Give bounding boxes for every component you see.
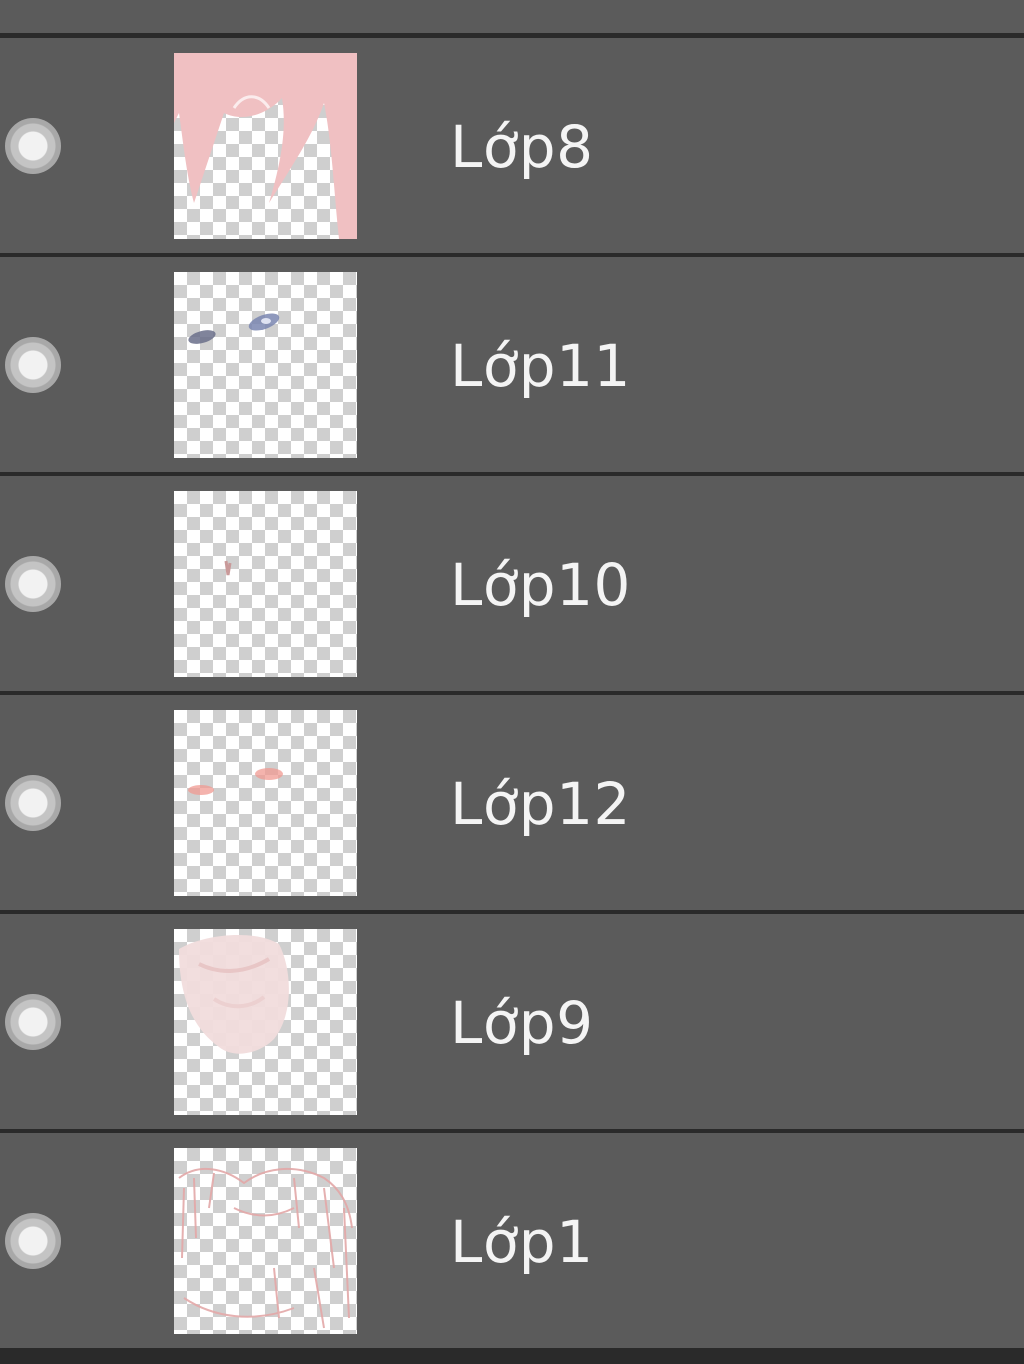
layers-panel: Lớp8 Lớp11 Lớp10 Lớp12 Lớp9 Lớp1 (0, 0, 1024, 1364)
visibility-dot-icon[interactable] (5, 337, 61, 393)
visibility-dot-icon[interactable] (5, 1213, 61, 1269)
layer-thumbnail[interactable] (174, 53, 357, 239)
visibility-dot-icon[interactable] (5, 775, 61, 831)
visibility-dot-icon[interactable] (5, 118, 61, 174)
layer-name[interactable]: Lớp8 (450, 116, 594, 178)
eyes-art (188, 313, 280, 344)
layer-name[interactable]: Lớp1 (450, 1211, 594, 1273)
layer-row[interactable]: Lớp12 (0, 695, 1024, 914)
blush-art (188, 768, 283, 795)
visibility-dot-icon[interactable] (5, 994, 61, 1050)
layer-row[interactable]: Lớp10 (0, 476, 1024, 695)
layer-thumbnail[interactable] (174, 491, 357, 677)
panel-bottom-strip (0, 1352, 1024, 1364)
layer-name[interactable]: Lớp10 (450, 554, 631, 616)
layer-name[interactable]: Lớp9 (450, 992, 594, 1054)
layer-row[interactable]: Lớp9 (0, 914, 1024, 1133)
layer-name[interactable]: Lớp12 (450, 773, 631, 835)
layer-thumbnail[interactable] (174, 1148, 357, 1334)
layer-list: Lớp8 Lớp11 Lớp10 Lớp12 Lớp9 Lớp1 (0, 38, 1024, 1352)
panel-top-strip (0, 0, 1024, 38)
layer-name[interactable]: Lớp11 (450, 335, 631, 397)
layer-thumbnail[interactable] (174, 929, 357, 1115)
layer-thumbnail[interactable] (174, 272, 357, 458)
layer-row[interactable]: Lớp8 (0, 38, 1024, 257)
layer-row[interactable]: Lớp11 (0, 257, 1024, 476)
layer-row[interactable]: Lớp1 (0, 1133, 1024, 1352)
visibility-dot-icon[interactable] (5, 556, 61, 612)
small-mark-art (224, 560, 232, 576)
layer-thumbnail[interactable] (174, 710, 357, 896)
pink-hair-art (174, 53, 357, 239)
face-shading-art (179, 934, 289, 1054)
line-sketch-art (178, 1167, 353, 1329)
